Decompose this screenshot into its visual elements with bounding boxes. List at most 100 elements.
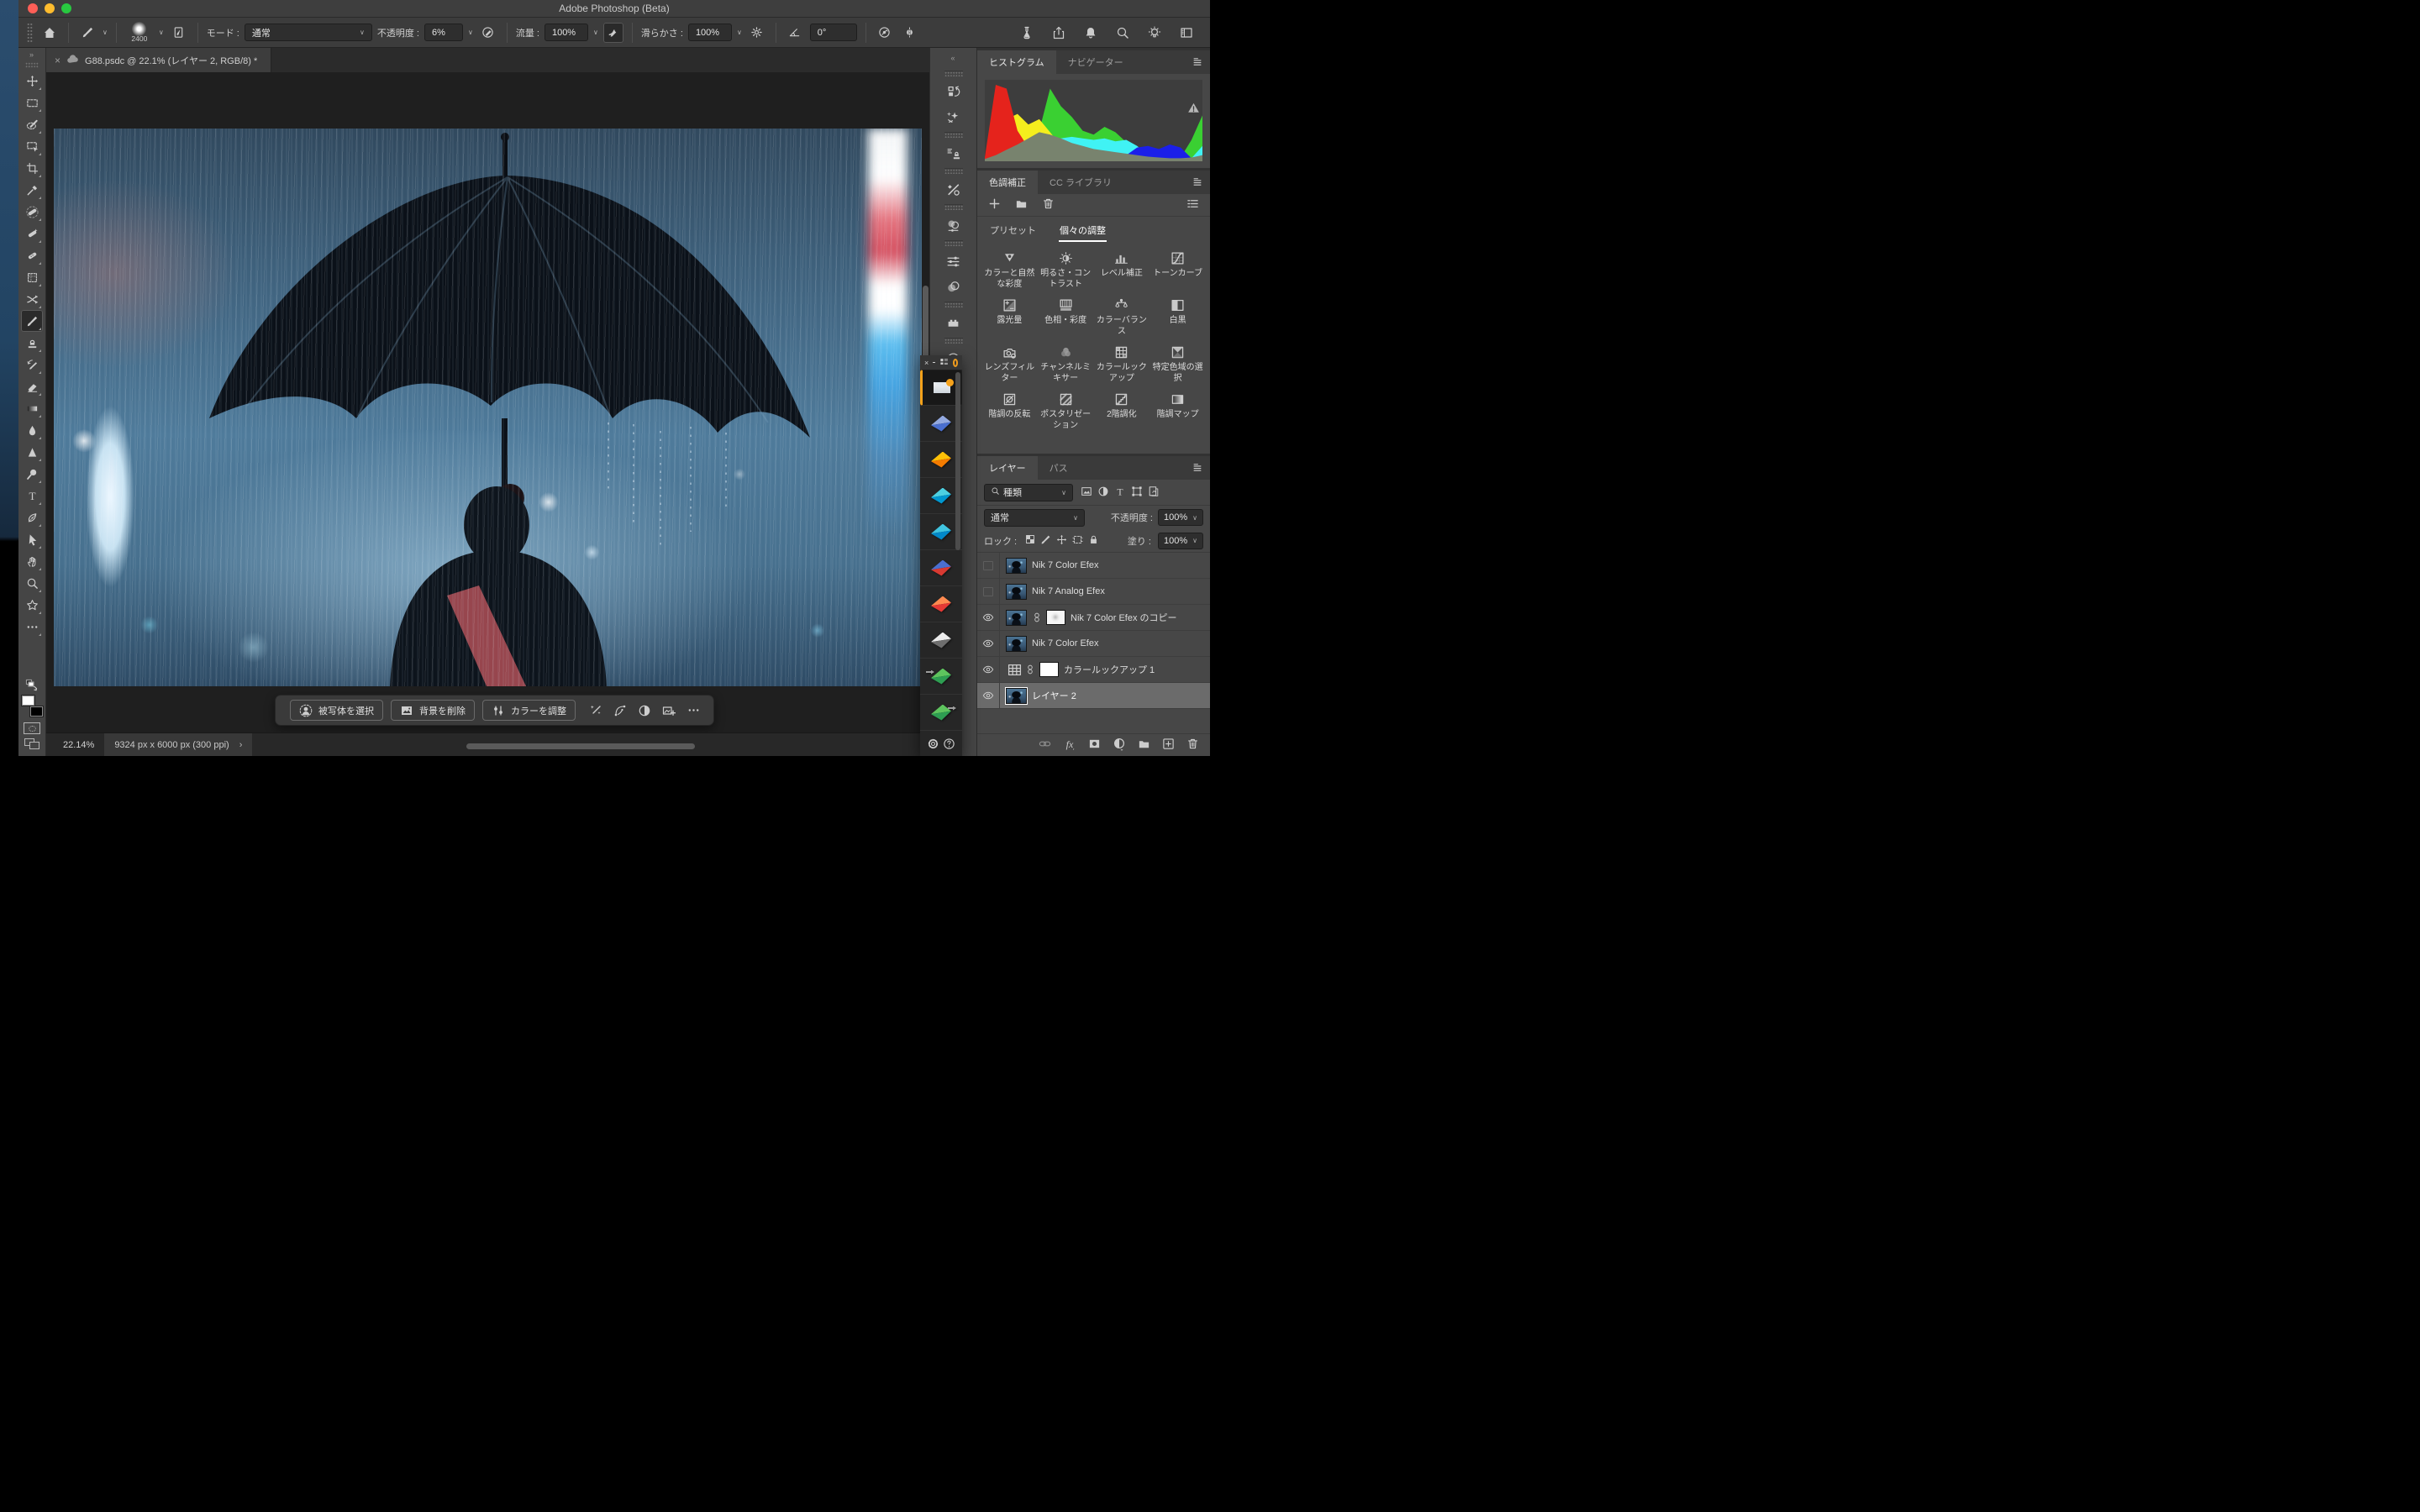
- blur-tool[interactable]: [21, 419, 43, 441]
- pen-tool[interactable]: [21, 507, 43, 528]
- panel-layout-icon[interactable]: [939, 357, 949, 369]
- adjustment-gradmap[interactable]: 階調マップ: [1150, 391, 1205, 431]
- layer-thumbnail[interactable]: [1006, 688, 1027, 704]
- eye-icon[interactable]: [977, 657, 1000, 682]
- subtab-single-adjustments[interactable]: 個々の調整: [1059, 218, 1107, 242]
- help-icon[interactable]: [943, 738, 955, 753]
- new-group-folder-icon[interactable]: [1015, 197, 1028, 213]
- adj-filter-icon[interactable]: [1097, 486, 1109, 500]
- dock-grip[interactable]: [944, 302, 963, 307]
- eraser-tool[interactable]: [21, 375, 43, 397]
- panel-menu-icon[interactable]: [1192, 463, 1203, 477]
- adjustment-levels[interactable]: レベル補正: [1095, 250, 1150, 290]
- foreground-color-swatch[interactable]: [22, 696, 34, 706]
- gradient-tool[interactable]: [21, 397, 43, 419]
- zoom-tool[interactable]: [21, 572, 43, 594]
- adjustment-balance[interactable]: カラーバランス: [1095, 297, 1150, 337]
- chevron-down-icon[interactable]: ∨: [468, 29, 473, 36]
- artboard-lock-icon[interactable]: [1072, 534, 1083, 548]
- chevron-down-icon[interactable]: ∨: [159, 29, 164, 36]
- remove-background-button[interactable]: 背景を削除: [391, 700, 475, 721]
- airbrush-toggle[interactable]: [603, 23, 623, 43]
- toolbar-expand-icon[interactable]: »: [29, 50, 34, 61]
- new-adjustment-layer-icon[interactable]: [1113, 738, 1126, 753]
- halfcircle-icon[interactable]: [634, 701, 655, 721]
- flow-input[interactable]: 100%: [544, 24, 588, 41]
- brush-preset-picker[interactable]: 2400: [125, 22, 154, 43]
- adjustment-lens[interactable]: レンズフィルター: [982, 344, 1037, 384]
- layer-fill-input[interactable]: 100% ∨: [1158, 533, 1203, 549]
- patch-tool[interactable]: [21, 266, 43, 288]
- canvas-pasteboard[interactable]: 被写体を選択背景を削除カラーを調整: [46, 72, 929, 732]
- path-select-tool[interactable]: [21, 528, 43, 550]
- adjustment-threshold[interactable]: 2階調化: [1095, 391, 1150, 431]
- layer-thumbnail[interactable]: [1006, 636, 1027, 652]
- visibility-toggle[interactable]: [977, 553, 1000, 578]
- adjustment-bright[interactable]: 明るさ・コントラスト: [1039, 250, 1093, 290]
- background-color-swatch[interactable]: [30, 706, 43, 717]
- smoothing-options-gear-icon[interactable]: [747, 23, 767, 43]
- history-brush-tool[interactable]: [21, 354, 43, 375]
- canvas-horizontal-scrollbar[interactable]: [466, 743, 695, 749]
- object-selection-tool[interactable]: [21, 135, 43, 157]
- visibility-toggle[interactable]: [977, 579, 1000, 604]
- quick-mask-button[interactable]: [24, 722, 40, 734]
- adjustment-channel[interactable]: チャンネルミキサー: [1039, 344, 1093, 384]
- document-tab[interactable]: × G88.psdc @ 22.1% (レイヤー 2, RGB/8) *: [46, 48, 271, 72]
- chevron-down-icon[interactable]: ∨: [593, 29, 598, 36]
- default-swap-colors-icon[interactable]: [23, 679, 41, 692]
- layer-row[interactable]: Nik 7 Color Efex: [977, 631, 1210, 657]
- lightbulb-icon[interactable]: [1144, 23, 1165, 43]
- adjustment-exposure[interactable]: 露光量: [982, 297, 1037, 337]
- share-icon[interactable]: [1049, 23, 1069, 43]
- adjustment-hue[interactable]: 色相・彩度: [1039, 297, 1093, 337]
- adjustment-lut[interactable]: カラールックアップ: [1095, 344, 1150, 384]
- healing-brush-tool[interactable]: [21, 244, 43, 266]
- brick-dock-icon[interactable]: [941, 310, 966, 335]
- layer-thumbnail[interactable]: [1006, 558, 1027, 574]
- move-lock-icon[interactable]: [1056, 534, 1067, 548]
- add-mask-icon[interactable]: [1088, 738, 1101, 753]
- sharpen-tool[interactable]: [21, 441, 43, 463]
- layer-blend-mode-select[interactable]: 通常 ∨: [984, 509, 1085, 527]
- home-button[interactable]: [39, 23, 60, 43]
- nik-sharpener-raw[interactable]: [920, 659, 962, 695]
- dodge-tool[interactable]: [21, 463, 43, 485]
- delete-icon[interactable]: [1042, 197, 1055, 213]
- history-dock-icon[interactable]: [941, 79, 966, 104]
- layer-row[interactable]: レイヤー 2: [977, 683, 1210, 709]
- pressure-opacity-icon[interactable]: [478, 23, 498, 43]
- shape-tool[interactable]: [21, 594, 43, 616]
- sparkle-dock-icon[interactable]: [941, 104, 966, 129]
- adjustment-invert[interactable]: 階調の反転: [982, 391, 1037, 431]
- settings-gear-icon[interactable]: [927, 738, 939, 753]
- type-filter-icon[interactable]: T: [1114, 486, 1126, 500]
- tab-cc-libraries[interactable]: CC ライブラリ: [1038, 171, 1123, 194]
- smoothing-input[interactable]: 100%: [688, 24, 732, 41]
- select-subject-button[interactable]: 被写体を選択: [290, 700, 383, 721]
- dock-grip[interactable]: [944, 338, 963, 344]
- chevron-down-icon[interactable]: ∨: [103, 29, 108, 36]
- tab-navigator[interactable]: ナビゲーター: [1056, 50, 1135, 74]
- layer-row[interactable]: Nik 7 Analog Efex: [977, 579, 1210, 605]
- dock-grip[interactable]: [944, 71, 963, 76]
- tools-dock-icon[interactable]: [941, 176, 966, 202]
- move-tool[interactable]: [21, 70, 43, 92]
- workspace-icon[interactable]: [1176, 23, 1197, 43]
- dock-grip[interactable]: [944, 168, 963, 174]
- adjustment-posterize[interactable]: ポスタリゼーション: [1039, 391, 1093, 431]
- layer-row[interactable]: Nik 7 Color Efex: [977, 553, 1210, 579]
- adjustment-vibrance[interactable]: カラーと自然な彩度: [982, 250, 1037, 290]
- contextual-task-bar[interactable]: 被写体を選択背景を削除カラーを調整: [275, 695, 714, 726]
- addimage-icon[interactable]: [659, 701, 679, 721]
- link-layers-icon[interactable]: [1039, 738, 1051, 753]
- lock-lock-icon[interactable]: [1088, 534, 1099, 548]
- wand-icon[interactable]: [586, 701, 606, 721]
- brush-angle-input[interactable]: 0°: [810, 24, 857, 41]
- dock-grip[interactable]: [944, 240, 963, 246]
- color-swatches[interactable]: [21, 695, 43, 717]
- bell-icon[interactable]: [1081, 23, 1101, 43]
- checker-lock-icon[interactable]: [1025, 534, 1035, 548]
- adjustment-selective[interactable]: 特定色域の選択: [1150, 344, 1205, 384]
- eye-icon[interactable]: [977, 605, 1000, 630]
